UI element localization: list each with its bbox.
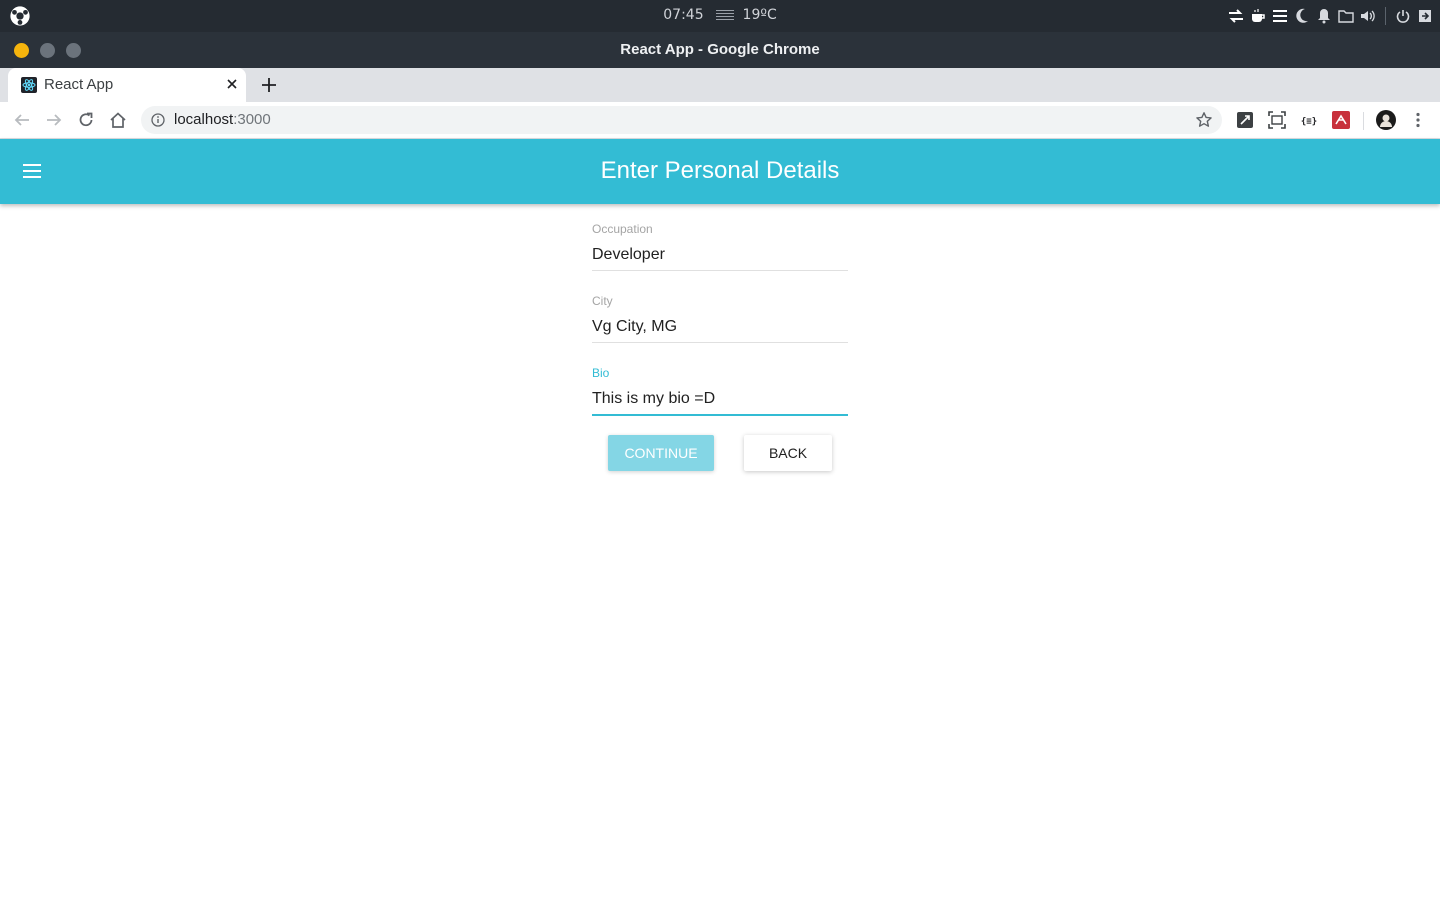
tab-close-icon[interactable] [224, 76, 240, 92]
home-icon[interactable] [109, 111, 127, 129]
folder-icon[interactable] [1336, 6, 1356, 26]
notification-bell-icon[interactable] [1314, 6, 1334, 26]
page-title: Enter Personal Details [600, 157, 840, 184]
screenshot-extension-icon[interactable] [1268, 111, 1286, 129]
caffeine-cup-icon[interactable] [1248, 6, 1268, 26]
url-port: :3000 [233, 111, 271, 128]
chrome-menu-kebab-icon[interactable] [1409, 111, 1427, 129]
weather-temperature: 19ºC [742, 7, 777, 23]
os-clock[interactable]: 07:45 19ºC [0, 7, 1440, 23]
back-button[interactable]: BACK [744, 435, 832, 471]
new-tab-plus-icon[interactable] [260, 76, 278, 94]
night-light-moon-icon[interactable] [1292, 6, 1312, 26]
bio-underline [592, 414, 848, 416]
power-icon[interactable] [1393, 6, 1413, 26]
city-input[interactable]: Vg City, MG [592, 318, 848, 338]
window-title-bar[interactable]: React App - Google Chrome [0, 32, 1440, 68]
site-info-icon[interactable] [151, 113, 165, 127]
browser-toolbar: localhost:3000 {≡} [0, 102, 1440, 139]
continue-button[interactable]: CONTINUE [608, 435, 714, 471]
reader-extension-icon[interactable] [1236, 111, 1254, 129]
transfer-arrows-icon[interactable] [1226, 6, 1246, 26]
tab-title: React App [44, 76, 114, 93]
app-bar: Enter Personal Details [0, 139, 1440, 204]
redux-devtools-extension-icon[interactable] [1332, 111, 1350, 129]
address-bar[interactable]: localhost:3000 [141, 106, 1222, 134]
occupation-label: Occupation [592, 222, 653, 236]
json-formatter-extension-icon[interactable]: {≡} [1300, 111, 1318, 129]
occupation-input[interactable]: Developer [592, 246, 848, 266]
toolbar-divider [1363, 112, 1364, 130]
svg-text:{≡}: {≡} [1301, 117, 1317, 127]
url-host: localhost [174, 111, 234, 128]
list-menu-icon[interactable] [1270, 6, 1290, 26]
logout-icon[interactable] [1415, 6, 1435, 26]
volume-speaker-icon[interactable] [1358, 6, 1378, 26]
occupation-underline [592, 270, 848, 271]
tab-react-app[interactable]: React App [8, 68, 246, 102]
bio-field[interactable]: Bio This is my bio =D [592, 366, 848, 416]
react-favicon-icon [21, 77, 37, 93]
profile-avatar[interactable] [1376, 110, 1396, 130]
bookmark-star-icon[interactable] [1195, 111, 1213, 129]
fog-weather-icon [716, 10, 735, 20]
window-title: React App - Google Chrome [620, 41, 820, 58]
browser-tab-strip: React App [0, 68, 1440, 102]
city-label: City [592, 294, 613, 308]
bio-label: Bio [592, 366, 610, 380]
bio-input[interactable]: This is my bio =D [592, 390, 848, 410]
forward-arrow-icon[interactable] [45, 111, 63, 129]
url-text: localhost:3000 [174, 111, 271, 128]
clock-time: 07:45 [663, 7, 704, 23]
back-arrow-icon[interactable] [13, 111, 31, 129]
city-underline [592, 342, 848, 343]
system-tray [1225, 0, 1440, 32]
city-field[interactable]: City Vg City, MG [592, 294, 848, 343]
os-top-bar: 07:45 19ºC [0, 0, 1440, 32]
tray-divider [1385, 7, 1386, 25]
occupation-field[interactable]: Occupation Developer [592, 222, 848, 271]
reload-icon[interactable] [77, 111, 95, 129]
